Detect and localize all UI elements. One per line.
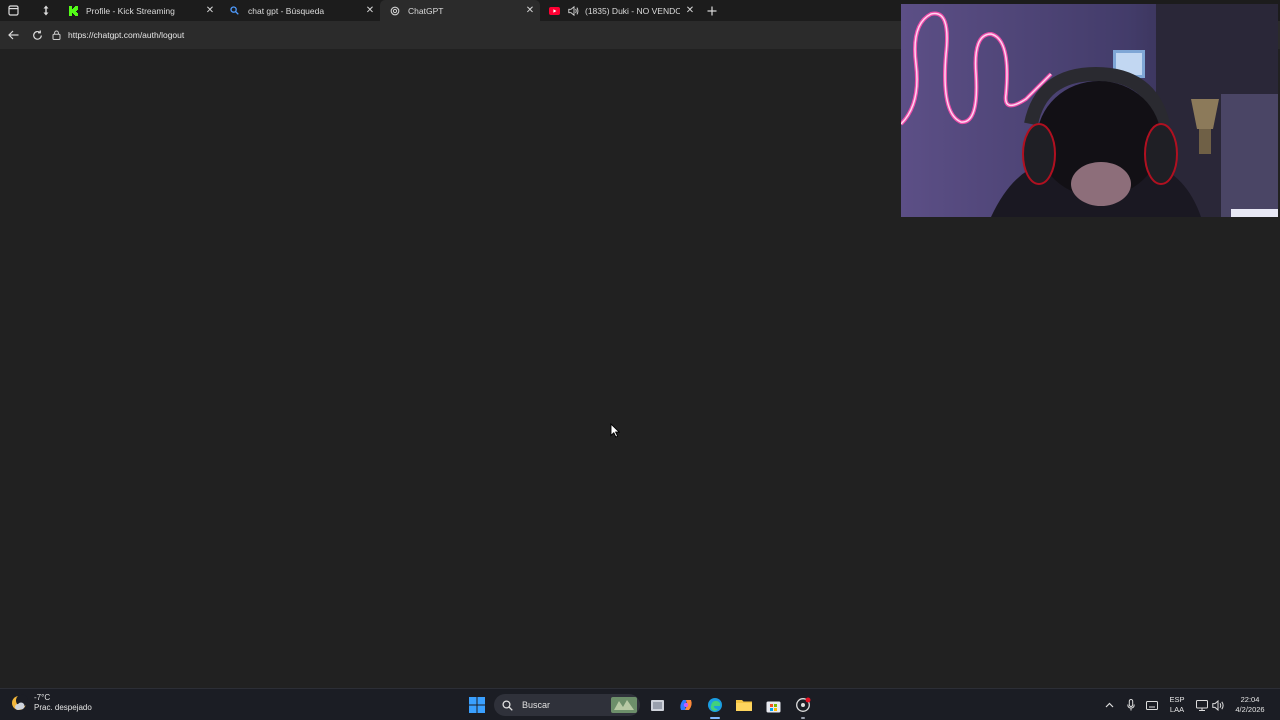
url-text: https://chatgpt.com/auth/logout <box>68 30 185 40</box>
search-label: Buscar <box>522 700 551 710</box>
close-tab-icon[interactable]: ✕ <box>204 4 216 16</box>
screen: Profile - Kick Streaming ✕ chat gpt - Bú… <box>0 0 1280 720</box>
arrow-left-icon <box>7 30 18 40</box>
copilot-icon <box>680 700 692 710</box>
show-hidden-icons-button[interactable] <box>1102 698 1116 712</box>
copilot-button[interactable] <box>676 695 696 715</box>
lock-icon <box>52 30 61 40</box>
tab-title: Profile - Kick Streaming <box>86 5 175 16</box>
file-explorer-button[interactable] <box>734 695 754 715</box>
plus-icon <box>707 6 717 15</box>
taskbar-search[interactable]: Buscar <box>494 694 640 716</box>
active-app-indicator <box>710 717 720 719</box>
running-app-indicator <box>801 717 805 719</box>
folder-icon <box>736 700 752 711</box>
network-icon <box>1196 699 1208 711</box>
keyboard-layout: LAA <box>1169 705 1185 714</box>
tab-actions-icon <box>7 5 19 16</box>
kick-logo-icon <box>67 5 78 16</box>
store-button[interactable] <box>763 695 783 715</box>
weather-moon-icon <box>12 694 28 710</box>
microphone-icon <box>1127 699 1135 711</box>
chevron-up-icon <box>1105 702 1113 708</box>
refresh-button[interactable] <box>29 27 45 43</box>
close-tab-icon[interactable]: ✕ <box>684 4 696 16</box>
speaker-icon[interactable] <box>568 5 579 16</box>
network-button[interactable] <box>1195 698 1209 712</box>
volume-icon <box>1211 699 1224 711</box>
language-code: ESP <box>1169 695 1185 704</box>
chatgpt-logo-icon <box>389 5 400 16</box>
clock-time: 22:04 <box>1240 695 1260 704</box>
tab-title: (1835) Duki - NO VENDO TR <box>585 5 680 16</box>
webcam-feed-image <box>901 4 1278 217</box>
search-icon <box>229 5 240 16</box>
vertical-tabs-button[interactable] <box>37 2 55 19</box>
recording-app-button[interactable] <box>793 695 813 719</box>
webcam-overlay <box>901 4 1278 217</box>
weather-widget[interactable]: -7°C Prac. despejado <box>10 693 92 713</box>
edge-button[interactable] <box>705 695 725 719</box>
volume-button[interactable] <box>1211 698 1225 712</box>
search-highlight-image <box>611 697 637 713</box>
task-view-icon <box>650 699 664 711</box>
clock[interactable]: 22:04 4/2/2026 <box>1230 695 1270 715</box>
keyboard-button[interactable] <box>1145 698 1159 712</box>
new-tab-button[interactable] <box>703 2 721 19</box>
tab-search[interactable]: chat gpt - Búsqueda ✕ <box>220 0 380 21</box>
record-app-icon <box>796 697 811 712</box>
store-icon <box>766 701 780 712</box>
youtube-logo-icon <box>549 5 560 16</box>
edge-icon <box>708 698 722 712</box>
microphone-button[interactable] <box>1124 698 1138 712</box>
address-bar[interactable]: https://chatgpt.com/auth/logout <box>52 25 912 45</box>
tab-title: chat gpt - Búsqueda <box>248 5 325 16</box>
close-tab-icon[interactable]: ✕ <box>524 4 536 16</box>
language-indicator[interactable]: ESP LAA <box>1166 695 1188 715</box>
windows-logo-icon <box>469 697 485 713</box>
weather-condition: Prac. despejado <box>34 703 92 712</box>
weather-temp: -7°C <box>34 693 51 702</box>
tab-title: ChatGPT <box>408 5 444 16</box>
clock-date: 4/2/2026 <box>1235 705 1265 714</box>
keyboard-icon <box>1146 700 1158 710</box>
tab-kick[interactable]: Profile - Kick Streaming ✕ <box>58 0 220 21</box>
tab-chatgpt[interactable]: ChatGPT ✕ <box>380 0 540 21</box>
search-icon <box>502 699 513 711</box>
arrows-vertical-icon <box>43 5 49 16</box>
task-view-button[interactable] <box>647 695 667 715</box>
close-tab-icon[interactable]: ✕ <box>364 4 376 16</box>
start-button[interactable] <box>467 695 487 715</box>
tab-actions-button[interactable] <box>4 2 22 19</box>
mouse-cursor-icon <box>610 423 620 438</box>
back-button[interactable] <box>5 27 21 43</box>
taskbar: -7°C Prac. despejado Buscar ESP LAA 22:0… <box>0 688 1280 720</box>
refresh-icon <box>32 30 42 40</box>
tab-youtube[interactable]: (1835) Duki - NO VENDO TR ✕ <box>540 0 700 21</box>
